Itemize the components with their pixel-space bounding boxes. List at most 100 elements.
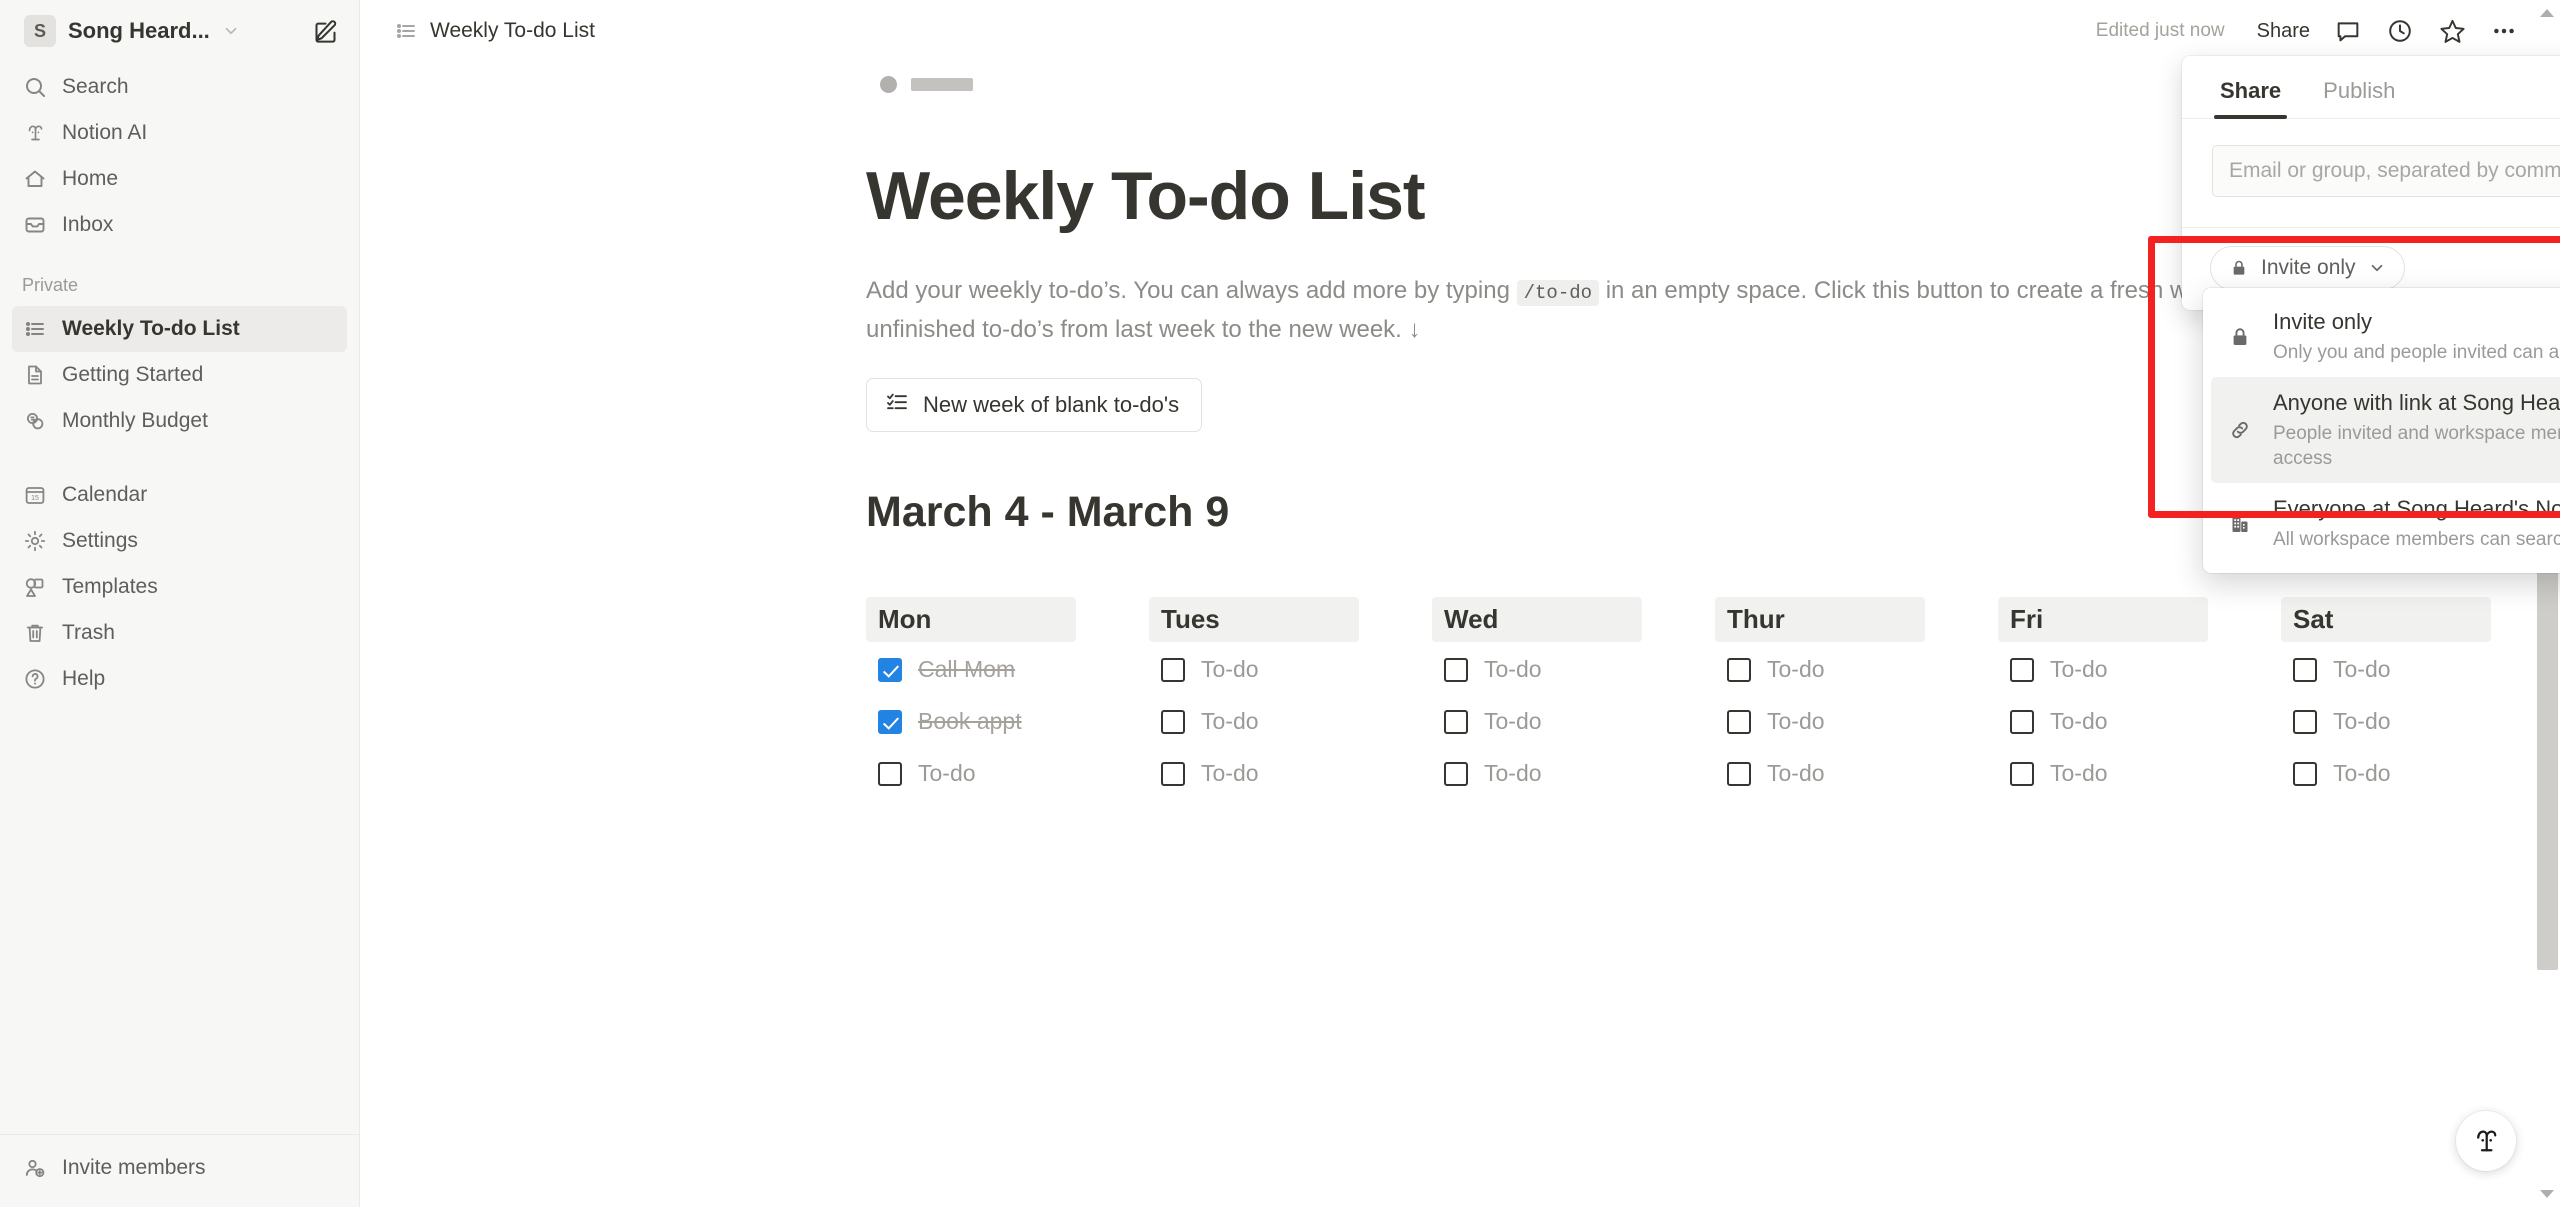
star-icon: [2439, 19, 2465, 43]
todo-item[interactable]: To-do: [1715, 698, 1998, 746]
todo-checkbox[interactable]: [878, 657, 902, 682]
todo-label: To-do: [1201, 656, 1259, 683]
todo-checkbox[interactable]: [1727, 657, 1751, 682]
todo-item[interactable]: To-do: [1432, 750, 1715, 798]
todo-checkbox[interactable]: [2293, 657, 2317, 682]
todo-label: To-do: [1767, 656, 1825, 683]
todo-item[interactable]: To-do: [1432, 646, 1715, 694]
question-circle-icon: [22, 666, 48, 692]
gear-icon: [22, 528, 48, 554]
todo-label: To-do: [2333, 760, 2391, 787]
todo-item[interactable]: To-do: [1432, 698, 1715, 746]
sidebar-item-search[interactable]: Search: [12, 64, 347, 110]
todo-item[interactable]: To-do: [2281, 698, 2560, 746]
chevron-down-icon: [2371, 264, 2382, 272]
sidebar-item-weekly-to-do-list[interactable]: Weekly To-do List: [12, 306, 347, 352]
todo-item[interactable]: To-do: [1998, 646, 2281, 694]
share-button[interactable]: Share: [2245, 13, 2322, 50]
comment-button[interactable]: [2322, 9, 2374, 53]
todo-checkbox[interactable]: [2293, 761, 2317, 786]
more-options-button[interactable]: [2478, 9, 2530, 53]
todo-item[interactable]: To-do: [1715, 646, 1998, 694]
sidebar-item-calendar[interactable]: 15 Calendar: [12, 472, 347, 518]
todo-item[interactable]: To-do: [1998, 750, 2281, 798]
day-column-fri: Fri To-do To-do To-do: [1998, 596, 2281, 798]
invite-email-input[interactable]: [2212, 145, 2560, 197]
home-icon: [22, 166, 48, 192]
todo-item[interactable]: To-do: [1149, 698, 1432, 746]
edited-status: Edited just now: [2095, 20, 2225, 41]
todo-label: To-do: [918, 760, 976, 787]
sidebar-item-home[interactable]: Home: [12, 156, 347, 202]
workspace-switcher[interactable]: S Song Heard...: [16, 10, 305, 52]
sidebar-item-inbox[interactable]: Inbox: [12, 202, 347, 248]
history-button[interactable]: [2374, 9, 2426, 53]
day-header: Wed: [1432, 596, 1642, 642]
access-level-label: Invite only: [2261, 256, 2356, 279]
invite-row: Invite: [2182, 119, 2560, 227]
new-page-button[interactable]: [305, 11, 345, 51]
access-option-text: Invite only Only you and people invited …: [2273, 308, 2560, 365]
sidebar-item-settings[interactable]: Settings: [12, 518, 347, 564]
todo-checkbox[interactable]: [878, 761, 902, 786]
todo-item[interactable]: Book appt: [866, 698, 1149, 746]
todo-checkbox[interactable]: [2293, 709, 2317, 734]
todo-item[interactable]: To-do: [1998, 698, 2281, 746]
sidebar-item-label: Calendar: [62, 483, 148, 506]
scroll-up-button[interactable]: [2534, 0, 2560, 26]
sidebar-item-label: Notion AI: [62, 121, 148, 144]
day-column-mon: Mon Call Mom Book appt To-do: [866, 596, 1149, 798]
tab-publish[interactable]: Publish: [2317, 56, 2401, 118]
access-option-invite-only[interactable]: Invite only Only you and people invited …: [2203, 296, 2560, 377]
sidebar-item-help[interactable]: Help: [12, 656, 347, 702]
todo-item[interactable]: To-do: [1149, 750, 1432, 798]
sidebar-item-label: Monthly Budget: [62, 409, 208, 432]
sidebar-item-trash[interactable]: Trash: [12, 610, 347, 656]
todo-item[interactable]: To-do: [2281, 646, 2560, 694]
tab-share[interactable]: Share: [2214, 56, 2288, 119]
access-level-menu: Invite only Only you and people invited …: [2203, 288, 2560, 573]
todo-item[interactable]: To-do: [866, 750, 1149, 798]
todo-checkbox[interactable]: [1444, 709, 1468, 734]
todo-checkbox[interactable]: [1161, 761, 1185, 786]
access-level-dropdown[interactable]: Invite only: [2210, 246, 2405, 290]
access-option-subtitle: Only you and people invited can access: [2273, 341, 2560, 363]
favorite-button[interactable]: [2426, 9, 2478, 53]
sidebar-item-getting-started[interactable]: Getting Started: [12, 352, 347, 398]
todo-checkbox[interactable]: [2010, 761, 2034, 786]
todo-checkbox[interactable]: [2010, 657, 2034, 682]
top-bar-actions: Edited just now Share: [2096, 9, 2530, 53]
coins-icon: [22, 408, 48, 434]
todo-checkbox[interactable]: [878, 709, 902, 734]
todo-checkbox[interactable]: [1444, 761, 1468, 786]
sidebar-item-monthly-budget[interactable]: Monthly Budget: [12, 398, 347, 444]
todo-checkbox[interactable]: [1727, 709, 1751, 734]
notion-ai-fab[interactable]: [2456, 1111, 2516, 1171]
todo-item[interactable]: To-do: [1149, 646, 1432, 694]
placeholder-dot: [880, 76, 897, 93]
scroll-down-button[interactable]: [2534, 1181, 2560, 1207]
chevron-down-icon: [2540, 1190, 2554, 1198]
access-option-title: Invite only: [2273, 309, 2373, 334]
access-option-subtitle: People invited and workspace members wit…: [2273, 422, 2560, 469]
todo-item[interactable]: To-do: [1715, 750, 1998, 798]
todo-checkbox[interactable]: [1727, 761, 1751, 786]
todo-checkbox[interactable]: [1444, 657, 1468, 682]
notion-ai-icon: [2477, 1130, 2497, 1152]
sidebar-item-notion-ai[interactable]: Notion AI: [12, 110, 347, 156]
workspace-name: Song Heard...: [68, 18, 210, 43]
sidebar-item-templates[interactable]: Templates: [12, 564, 347, 610]
todo-checkbox[interactable]: [1161, 657, 1185, 682]
access-option-everyone-at-workspace[interactable]: Everyone at Song Heard's Notion All work…: [2203, 483, 2560, 564]
new-week-button[interactable]: New week of blank to-do's: [866, 377, 1203, 432]
share-dialog-tabs: Share Publish: [2182, 56, 2560, 119]
inline-code-slash-todo: /to-do: [1516, 279, 1600, 306]
todo-checkbox[interactable]: [1161, 709, 1185, 734]
todo-item[interactable]: To-do: [2281, 750, 2560, 798]
breadcrumb[interactable]: Weekly To-do List: [386, 14, 603, 48]
invite-members-button[interactable]: Invite members: [12, 1145, 348, 1191]
todo-item[interactable]: Call Mom: [866, 646, 1149, 694]
access-option-text: Everyone at Song Heard's Notion All work…: [2273, 495, 2560, 552]
access-option-anyone-with-link[interactable]: Anyone with link at Song Heard's Notion …: [2211, 377, 2560, 484]
todo-checkbox[interactable]: [2010, 709, 2034, 734]
